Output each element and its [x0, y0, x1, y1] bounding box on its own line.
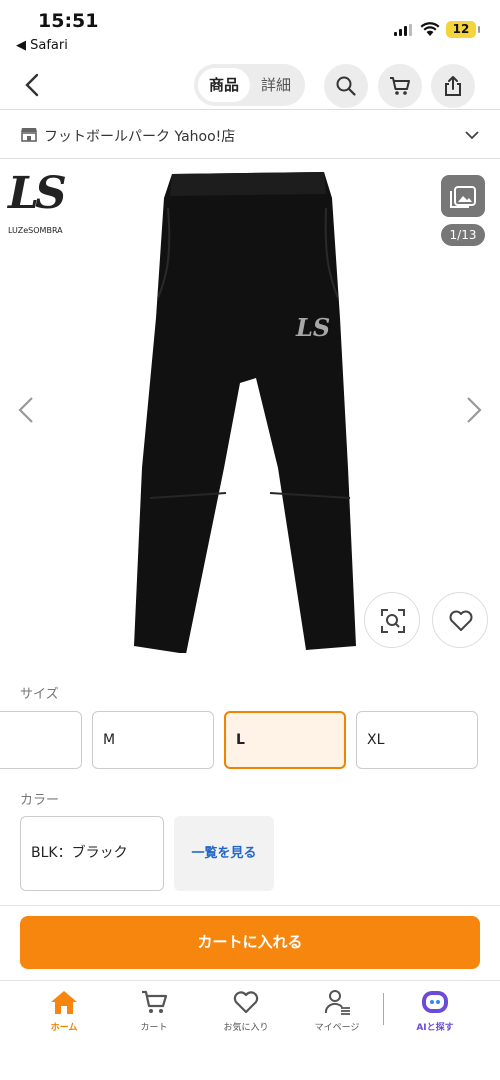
size-label: サイズ	[20, 687, 59, 702]
brand-logo: LS LUZeSOMBRA	[8, 168, 68, 238]
tab-divider	[383, 993, 384, 1025]
tab-favorites[interactable]: お気に入り	[206, 989, 286, 1039]
share-button[interactable]	[431, 64, 475, 108]
brand-logo-name: LUZeSOMBRA	[8, 226, 63, 235]
album-button[interactable]	[441, 175, 485, 217]
ai-assistant-icon	[422, 991, 448, 1013]
tab-cart-label: カート	[140, 1023, 168, 1033]
image-counter: 1/13	[441, 224, 485, 246]
product-gallery[interactable]: LS LUZeSOMBRA LS 1/13	[0, 160, 500, 660]
brand-logo-mark: LS	[8, 168, 67, 219]
cart-button[interactable]	[378, 64, 422, 108]
status-time: 15:51	[38, 10, 99, 32]
view-all-colors-button[interactable]: 一覧を見る	[174, 816, 274, 891]
store-icon	[21, 128, 37, 142]
heart-icon	[449, 610, 473, 631]
home-icon	[51, 991, 77, 1014]
tab-home-label: ホーム	[50, 1023, 78, 1033]
product-logo-mark: LS	[295, 313, 330, 342]
size-option-m[interactable]: M	[92, 711, 214, 769]
share-icon	[445, 76, 461, 96]
nav-header: 商品 詳細	[0, 60, 500, 110]
heart-icon	[233, 991, 259, 1014]
search-icon	[336, 76, 356, 96]
store-selector[interactable]: フットボールパーク Yahoo!店	[0, 111, 500, 159]
color-label: カラー	[20, 793, 60, 808]
gallery-icon	[450, 186, 476, 208]
product-image[interactable]: LS	[128, 168, 368, 653]
store-name: フットボールパーク Yahoo!店	[44, 129, 236, 145]
cart-icon	[142, 990, 168, 1013]
color-option-black[interactable]: BLK：ブラック	[20, 816, 164, 891]
bottom-tab-bar: ホーム カート お気に入り マイページ AIと探す	[0, 981, 500, 1080]
image-search-icon	[381, 609, 405, 633]
next-image-arrow-icon[interactable]	[462, 395, 486, 425]
tab-details[interactable]: 詳細	[250, 68, 302, 102]
status-bar: 15:51 ◀ Safari 12	[0, 0, 500, 60]
view-segment-control: 商品 詳細	[194, 64, 305, 106]
search-button[interactable]	[324, 64, 368, 108]
chevron-down-icon	[465, 131, 479, 140]
tab-ai-search[interactable]: AIと探す	[395, 989, 475, 1039]
tab-home[interactable]: ホーム	[24, 989, 104, 1039]
tab-mypage-label: マイページ	[314, 1023, 360, 1033]
user-icon	[324, 990, 350, 1015]
size-option-l[interactable]: L	[224, 711, 346, 769]
wifi-icon	[420, 22, 440, 36]
add-to-cart-button[interactable]: カートに入れる	[20, 916, 480, 969]
tab-product[interactable]: 商品	[198, 68, 250, 102]
tab-favorites-label: お気に入り	[223, 1023, 269, 1033]
back-chevron-icon[interactable]	[18, 70, 48, 100]
image-search-button[interactable]	[364, 592, 420, 648]
battery-indicator: 12	[446, 21, 480, 38]
size-option-xl[interactable]: XL	[356, 711, 478, 769]
tab-cart[interactable]: カート	[114, 989, 194, 1039]
favorite-button[interactable]	[432, 592, 488, 648]
divider	[0, 905, 500, 906]
cart-icon	[390, 77, 410, 95]
cellular-signal-icon	[394, 24, 414, 36]
tab-mypage[interactable]: マイページ	[297, 989, 377, 1039]
back-to-safari-link[interactable]: ◀ Safari	[16, 38, 68, 53]
tab-ai-label: AIと探す	[416, 1023, 454, 1033]
size-option-partial[interactable]	[0, 711, 82, 769]
prev-image-arrow-icon[interactable]	[14, 395, 38, 425]
